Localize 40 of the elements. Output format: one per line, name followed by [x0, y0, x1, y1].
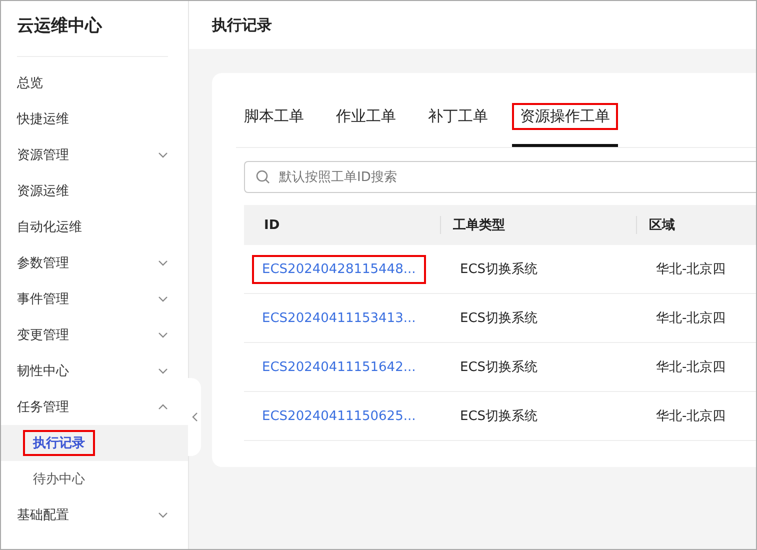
sidebar-subitem-label: 执行记录	[25, 432, 93, 454]
sidebar-item[interactable]: 变更管理	[1, 317, 188, 353]
table-cell: ECS切换系统	[460, 262, 538, 277]
column-header: 区域	[649, 218, 675, 233]
table-cell: 华北-北京四	[656, 360, 726, 375]
record-id-link[interactable]: ECS20240411153413...	[252, 304, 426, 332]
sidebar-item[interactable]: 任务管理	[1, 389, 188, 425]
table-cell: 华北-北京四	[656, 311, 726, 326]
record-id-link[interactable]: ECS20240411151642...	[252, 352, 426, 382]
record-id-link[interactable]: ECS20240428115448...	[252, 254, 426, 284]
tab[interactable]: 作业工单	[328, 103, 404, 147]
page-title: 执行记录	[212, 16, 272, 34]
sidebar-subitem-label: 待办中心	[32, 471, 86, 489]
table-cell: 华北-北京四	[656, 409, 726, 424]
sidebar-item[interactable]: 事件管理	[1, 281, 188, 317]
search-icon	[256, 170, 270, 184]
sidebar-subitem[interactable]: 待办中心	[1, 461, 188, 497]
sidebar-item[interactable]: 自动化运维	[1, 209, 188, 245]
tab[interactable]: 资源操作工单	[512, 103, 618, 147]
record-id-link[interactable]: ECS20240411150625...	[252, 402, 426, 430]
search-field[interactable]: 默认按照工单ID搜索	[244, 161, 756, 193]
collapse-handle[interactable]	[188, 378, 201, 456]
sidebar-item[interactable]: 基础配置	[1, 497, 188, 533]
sidebar-item[interactable]: 快捷运维	[1, 101, 188, 137]
table-cell: ECS切换系统	[460, 409, 538, 424]
chevron-left-icon	[192, 412, 198, 422]
table-cell: ECS切换系统	[460, 311, 538, 326]
sidebar-item[interactable]: 韧性中心	[1, 353, 188, 389]
column-header: 工单类型	[453, 218, 505, 233]
sidebar-item[interactable]: 参数管理	[1, 245, 188, 281]
tab[interactable]: 脚本工单	[236, 103, 312, 147]
tab[interactable]: 补丁工单	[420, 103, 496, 147]
column-header: ID	[264, 218, 280, 232]
app-title: 云运维中心	[16, 15, 104, 38]
table-cell: ECS切换系统	[460, 360, 538, 375]
sidebar-subitem[interactable]: 执行记录	[1, 425, 188, 461]
sidebar-item[interactable]: 资源管理	[1, 137, 188, 173]
sidebar-item[interactable]: 总览	[1, 65, 188, 101]
sidebar-item[interactable]: 资源运维	[1, 173, 188, 209]
table-cell: 华北-北京四	[656, 262, 726, 277]
